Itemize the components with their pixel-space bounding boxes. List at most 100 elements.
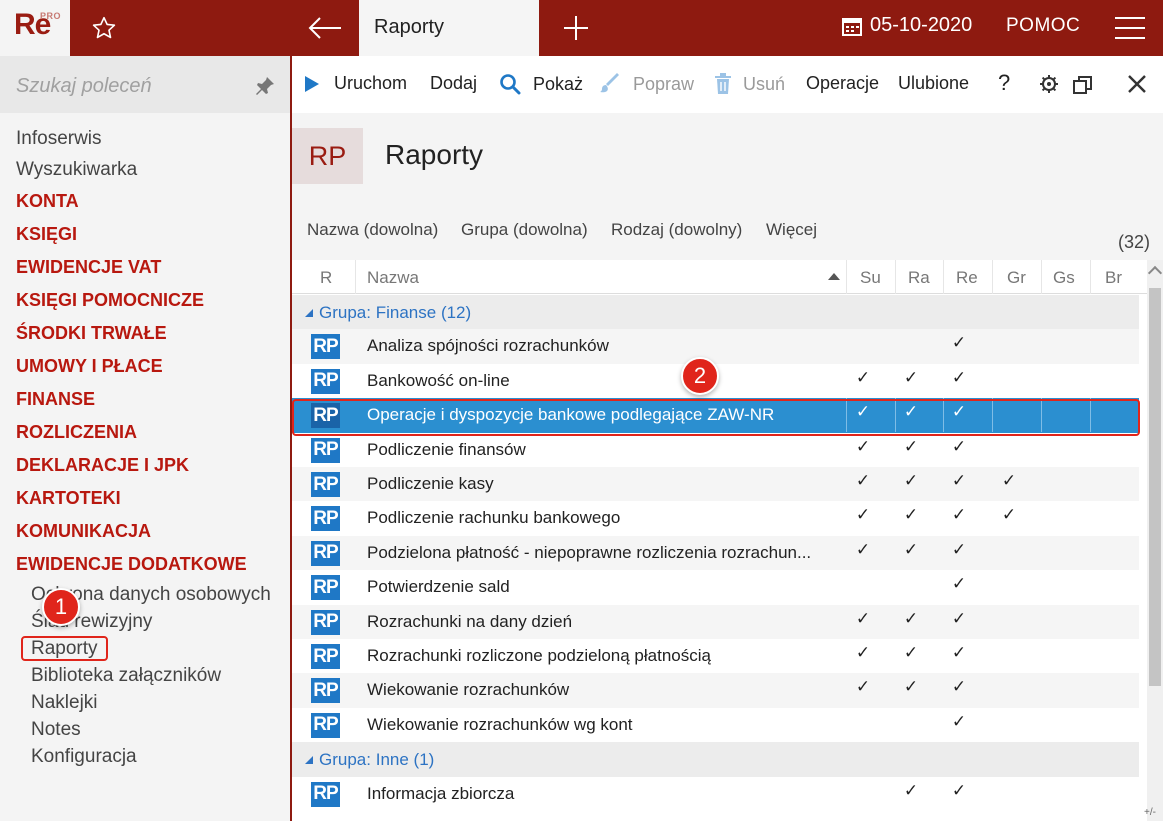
- sidebar-category-konta[interactable]: KONTA: [0, 185, 290, 218]
- sidebar-category-komunikacja[interactable]: KOMUNIKACJA: [0, 515, 290, 548]
- column-header-gs[interactable]: Gs: [1053, 268, 1075, 288]
- check-icon: ✓: [951, 436, 967, 456]
- table-row[interactable]: RP Podliczenie kasy ✓ ✓ ✓ ✓: [292, 467, 1139, 502]
- vertical-scrollbar[interactable]: [1147, 260, 1163, 821]
- column-header-gr[interactable]: Gr: [1007, 268, 1026, 288]
- group-count: (12): [440, 303, 472, 322]
- scroll-up-icon[interactable]: [1147, 265, 1163, 281]
- sidebar-item-notes[interactable]: Notes: [0, 716, 290, 743]
- brush-icon: [600, 73, 619, 93]
- sidebar-category-ksiegi-pomocnicze[interactable]: KSIĘGI POMOCNICZE: [0, 284, 290, 317]
- sidebar-category-finanse[interactable]: FINANSE: [0, 383, 290, 416]
- table-row[interactable]: RP Podliczenie rachunku bankowego ✓ ✓ ✓ ✓: [292, 501, 1139, 535]
- check-icon: ✓: [855, 677, 871, 697]
- group-row-1[interactable]: Grupa: Inne (1): [292, 742, 1139, 777]
- module-badge: RP: [292, 128, 363, 184]
- selection-highlight-outline: [292, 399, 1140, 436]
- page-header: RP Raporty: [292, 113, 1163, 198]
- sidebar-category-umowy-i-place[interactable]: UMOWY I PŁACE: [0, 350, 290, 383]
- tab-raporty[interactable]: Raporty: [359, 0, 539, 56]
- table-row[interactable]: RP Rozrachunki na dany dzień ✓ ✓ ✓: [292, 604, 1139, 639]
- help-button[interactable]: ?: [998, 70, 1010, 96]
- settings-gear-icon[interactable]: [1039, 74, 1059, 94]
- delete-label: Usuń: [743, 73, 786, 94]
- check-icon: ✓: [951, 539, 967, 559]
- table-row[interactable]: RP Wiekowanie rozrachunków ✓ ✓ ✓: [292, 673, 1139, 708]
- sidebar-item-konfiguracja[interactable]: Konfiguracja: [0, 743, 290, 770]
- check-icon: ✓: [903, 367, 919, 387]
- group-prefix: Grupa:: [319, 303, 371, 322]
- report-name: Rozrachunki rozliczone podzieloną płatno…: [367, 646, 711, 665]
- table-row[interactable]: RP Informacja zbiorcza ✓ ✓: [292, 777, 1139, 811]
- table-row[interactable]: RP Analiza spójności rozrachunków ✓: [292, 329, 1139, 364]
- back-arrow-icon[interactable]: [300, 10, 350, 46]
- filter-name[interactable]: Nazwa (dowolna): [307, 220, 438, 240]
- filter-more[interactable]: Więcej: [766, 220, 817, 240]
- operations-button[interactable]: Operacje: [806, 73, 879, 94]
- collapse-triangle-icon[interactable]: [304, 755, 314, 765]
- table-row[interactable]: RP Wiekowanie rozrachunków wg kont ✓: [292, 708, 1139, 742]
- column-header-nazwa[interactable]: Nazwa: [367, 268, 419, 288]
- check-icon: ✓: [903, 780, 919, 800]
- favorites-button[interactable]: Ulubione: [898, 73, 969, 94]
- check-icon: ✓: [951, 367, 967, 387]
- command-search-input[interactable]: Szukaj poleceń: [0, 56, 290, 113]
- column-header-ra[interactable]: Ra: [908, 268, 930, 288]
- report-icon: RP: [311, 472, 340, 497]
- check-icon: ✓: [903, 471, 919, 490]
- app-logo[interactable]: Re PRO: [0, 0, 70, 56]
- check-icon: ✓: [951, 780, 967, 800]
- check-icon: ✓: [903, 608, 919, 628]
- sidebar-item-naklejki[interactable]: Naklejki: [0, 689, 290, 716]
- column-header-su[interactable]: Su: [860, 268, 881, 288]
- top-bar: Re PRO Raporty 05-10-2020 POMOC: [0, 0, 1163, 56]
- report-icon: RP: [311, 678, 340, 704]
- expand-collapse-toggle[interactable]: +/-: [1144, 807, 1156, 818]
- scroll-thumb[interactable]: [1149, 288, 1161, 686]
- report-icon: RP: [311, 609, 340, 635]
- date-picker[interactable]: 05-10-2020: [842, 14, 972, 37]
- sidebar-item-raporty[interactable]: Raporty: [0, 635, 290, 662]
- check-icon: ✓: [903, 643, 919, 662]
- sidebar-item-wyszukiwarka[interactable]: Wyszukiwarka: [0, 154, 290, 185]
- run-label: Uruchom: [334, 73, 408, 93]
- toolbar: Uruchom Dodaj Pokaż Popraw Usuń Operacje…: [292, 56, 1163, 113]
- sidebar-category-kartoteki[interactable]: KARTOTEKI: [0, 482, 290, 515]
- column-header-re[interactable]: Re: [956, 268, 978, 288]
- menu-hamburger-icon[interactable]: [1113, 14, 1147, 42]
- new-tab-plus-icon[interactable]: [556, 10, 596, 46]
- table-row[interactable]: RP Rozrachunki rozliczone podzieloną płat…: [292, 639, 1139, 673]
- filter-kind[interactable]: Rodzaj (dowolny): [611, 220, 742, 240]
- sidebar-category-deklaracje-i-jpk[interactable]: DEKLARACJE I JPK: [0, 449, 290, 482]
- pin-icon[interactable]: [254, 75, 276, 97]
- column-header-br[interactable]: Br: [1105, 268, 1122, 288]
- collapse-triangle-icon[interactable]: [304, 308, 314, 318]
- add-button[interactable]: Dodaj: [430, 73, 477, 94]
- edit-button[interactable]: Popraw: [599, 73, 694, 95]
- help-link[interactable]: POMOC: [1006, 15, 1080, 37]
- sidebar-category-rozliczenia[interactable]: ROZLICZENIA: [0, 416, 290, 449]
- close-icon[interactable]: [1126, 73, 1148, 95]
- delete-button[interactable]: Usuń: [713, 73, 785, 95]
- restore-window-icon[interactable]: [1072, 74, 1094, 96]
- sidebar-category-ewidencje-dodatkowe[interactable]: EWIDENCJE DODATKOWE: [0, 548, 290, 581]
- sidebar-category-ewidencje-vat[interactable]: EWIDENCJE VAT: [0, 251, 290, 284]
- report-name: Rozrachunki na dany dzień: [367, 611, 573, 631]
- sidebar-category-srodki-trwale[interactable]: ŚRODKI TRWAŁE: [0, 317, 290, 350]
- table-row[interactable]: RP Podliczenie finansów ✓ ✓ ✓: [292, 433, 1139, 467]
- table-row[interactable]: RP Podzielona płatność - niepoprawne rozl…: [292, 535, 1139, 571]
- table-row[interactable]: RP Potwierdzenie sald ✓: [292, 570, 1139, 604]
- check-icon: ✓: [855, 471, 871, 490]
- sidebar-item-biblioteka[interactable]: Biblioteka załączników: [0, 662, 290, 689]
- sidebar: Szukaj poleceń Infoserwis Wyszukiwarka K…: [0, 56, 290, 821]
- group-row-0[interactable]: Grupa: Finanse (12): [292, 295, 1139, 330]
- run-button[interactable]: Uruchom: [304, 73, 407, 94]
- filter-group[interactable]: Grupa (dowolna): [461, 220, 588, 240]
- sidebar-item-infoserwis[interactable]: Infoserwis: [0, 123, 290, 154]
- check-icon: ✓: [1001, 505, 1017, 525]
- favorite-star-icon[interactable]: [84, 12, 124, 44]
- search-icon: [500, 74, 521, 95]
- show-button[interactable]: Pokaż: [499, 73, 583, 95]
- sidebar-category-ksiegi[interactable]: KSIĘGI: [0, 218, 290, 251]
- column-header-r[interactable]: R: [320, 268, 332, 288]
